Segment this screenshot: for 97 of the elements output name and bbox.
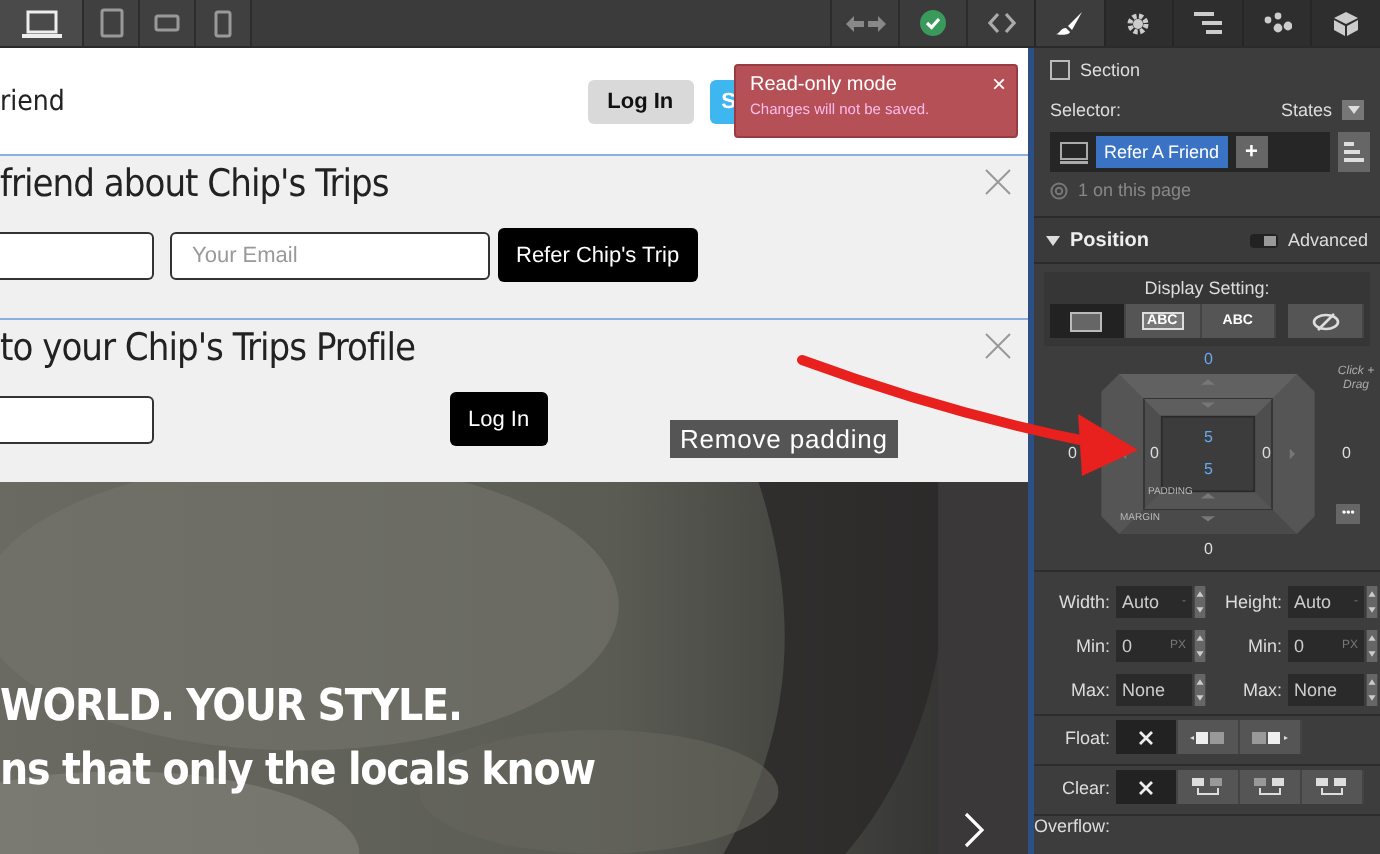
stepper-icon[interactable] [1366, 586, 1378, 618]
padding-bottom-value[interactable]: 5 [1204, 460, 1213, 478]
option-button[interactable] [1178, 720, 1240, 754]
element-icon [1060, 141, 1088, 163]
option-label: Float: [1062, 727, 1112, 747]
toggle-icon[interactable] [1249, 233, 1278, 247]
input-field[interactable]: Your Email [170, 231, 490, 279]
panel-tab[interactable] [1241, 0, 1311, 46]
class-tag[interactable]: Refer A Friend [1096, 136, 1228, 168]
padding-left-value[interactable]: 0 [1150, 444, 1159, 462]
hero-text: ns that only the locals know [0, 746, 595, 796]
code-icon [987, 12, 1015, 34]
gear-icon [1126, 11, 1151, 35]
toast-title: Read-only mode [750, 74, 897, 96]
selector-label: Selector: [1050, 100, 1122, 120]
check-icon [920, 10, 946, 36]
size-label: Min: [1245, 636, 1284, 656]
padding-top-value[interactable]: 5 [1204, 428, 1213, 446]
option-button[interactable] [1302, 770, 1364, 804]
caret-icon [1347, 106, 1359, 114]
size-label: Max: [1068, 680, 1112, 700]
brand-text: riend [0, 85, 65, 117]
add-button[interactable]: + [1235, 136, 1268, 168]
device-button[interactable] [196, 0, 252, 46]
section-title: Position [1070, 229, 1149, 251]
option-button[interactable] [1240, 770, 1302, 804]
stepper-icon[interactable] [1194, 674, 1206, 706]
option-label: Clear: [1059, 777, 1112, 797]
stepper-icon[interactable] [1366, 630, 1378, 662]
option-button[interactable] [1116, 720, 1178, 754]
margin-top-value[interactable]: 0 [1204, 350, 1213, 368]
clear-icon [1252, 777, 1288, 797]
size-label: Min: [1073, 636, 1112, 656]
padding-right-value[interactable]: 0 [1262, 444, 1271, 462]
size-label: Max: [1240, 680, 1284, 700]
section-heading: to your Chip's Trips Profile [0, 326, 416, 370]
section-heading: friend about Chip's Trips [0, 162, 389, 206]
hero-text: WORLD. YOUR STYLE. [0, 682, 464, 732]
caret-down-icon[interactable] [1046, 233, 1060, 247]
device-button[interactable] [140, 0, 196, 46]
input-field[interactable] [0, 395, 154, 443]
block-icon [1070, 311, 1103, 331]
lines-icon [1344, 142, 1364, 162]
phone-landscape-icon [154, 14, 180, 32]
drops-icon [1263, 12, 1292, 34]
undo-redo-icon [843, 13, 887, 33]
tablet-icon [99, 8, 123, 38]
stepper-icon[interactable] [1366, 674, 1378, 706]
usage-count: 1 on this page [1078, 180, 1192, 200]
float-right-icon [1252, 729, 1288, 745]
device-button[interactable] [0, 0, 84, 46]
checkbox[interactable] [1050, 60, 1070, 80]
target-icon [1050, 181, 1068, 199]
size-field[interactable]: None [1288, 674, 1364, 706]
option-button[interactable] [1116, 770, 1178, 804]
submit-button[interactable]: Log In [450, 392, 548, 446]
close-icon [1138, 729, 1154, 745]
submit-button[interactable]: Refer Chip's Trip [498, 228, 698, 282]
margin-bottom-value[interactable]: 0 [1204, 540, 1213, 558]
size-field[interactable]: None [1116, 674, 1192, 706]
clear-icon [1314, 777, 1350, 797]
phone-icon [214, 9, 232, 37]
display-label: Display Setting: [1144, 278, 1270, 298]
brush-icon [1055, 11, 1084, 35]
size-label: Width: [1056, 592, 1112, 612]
stepper-icon[interactable] [1194, 586, 1206, 618]
margin-left-value[interactable]: 0 [1068, 444, 1077, 462]
panel-tab[interactable] [1103, 0, 1173, 46]
option-button[interactable] [1178, 770, 1240, 804]
input-field[interactable] [0, 231, 154, 279]
close-button[interactable]: × [991, 70, 1006, 98]
panel-tab[interactable] [1172, 0, 1242, 46]
login-button[interactable]: Log In [587, 79, 694, 123]
lines-icon [1193, 12, 1222, 34]
element-label: Section [1080, 60, 1141, 80]
size-label: Height: [1222, 592, 1284, 612]
display-option[interactable] [1288, 304, 1364, 338]
laptop-icon [21, 9, 61, 37]
tooltip: Remove padding [670, 420, 898, 458]
close-icon [1138, 779, 1154, 795]
cube-icon [1334, 11, 1359, 35]
hidden-eye-icon [1311, 311, 1340, 331]
panel-tab[interactable] [1310, 0, 1380, 46]
clear-icon [1190, 777, 1226, 797]
chevron-right-icon[interactable] [964, 812, 984, 848]
option-label: Overflow: [1034, 816, 1113, 836]
states-label: States [1280, 100, 1332, 120]
stepper-icon[interactable] [1194, 630, 1206, 662]
margin-right-value[interactable]: 0 [1342, 444, 1351, 462]
device-button[interactable] [84, 0, 140, 46]
selector-field[interactable]: Refer A Friend + [1050, 132, 1330, 172]
option-button[interactable] [1240, 720, 1302, 754]
float-left-icon [1190, 729, 1226, 745]
display-option[interactable] [1050, 304, 1126, 338]
states-dropdown[interactable] [1342, 100, 1364, 120]
advanced-label: Advanced [1287, 230, 1368, 250]
list-button[interactable] [1338, 132, 1370, 172]
